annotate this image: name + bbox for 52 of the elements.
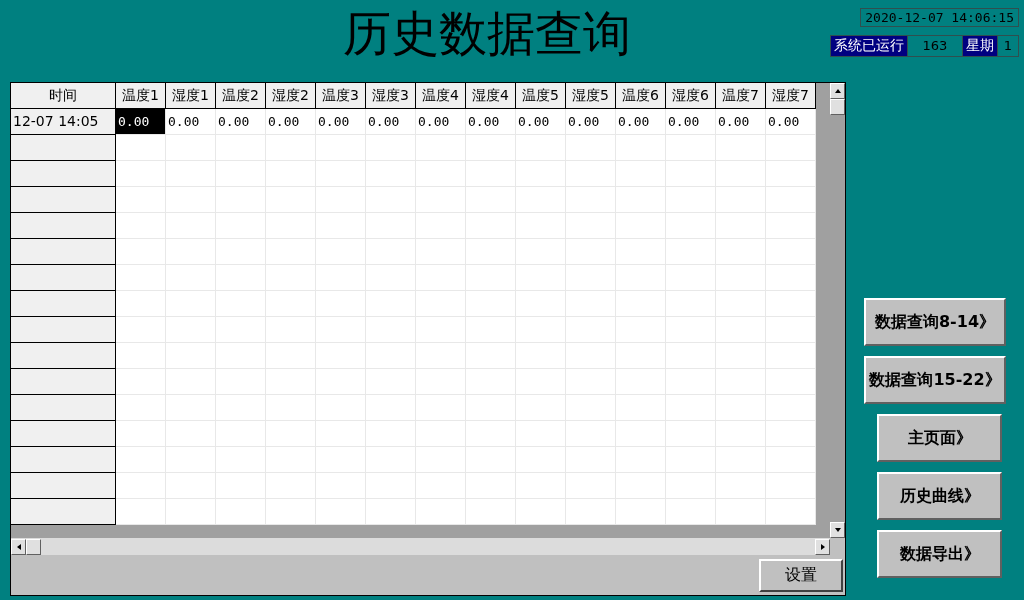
column-header: 温度2 xyxy=(216,83,266,109)
runtime-label: 系统已运行 xyxy=(831,36,908,56)
nav-button[interactable]: 数据导出》 xyxy=(877,530,1002,578)
scroll-left-button[interactable] xyxy=(11,538,26,555)
weekday-label: 星期 xyxy=(963,36,998,56)
horizontal-scrollbar[interactable] xyxy=(11,538,830,555)
table-cell[interactable]: 0.00 xyxy=(716,109,766,135)
column-header: 湿度5 xyxy=(566,83,616,109)
down-arrow-icon xyxy=(833,526,842,534)
nav-button[interactable]: 数据查询8-14》 xyxy=(864,298,1006,346)
column-header: 温度1 xyxy=(116,83,166,109)
scroll-up-button[interactable] xyxy=(830,83,845,99)
scroll-thumb[interactable] xyxy=(26,538,41,555)
column-header: 湿度1 xyxy=(166,83,216,109)
table-cell[interactable]: 0.00 xyxy=(466,109,516,135)
table-cell[interactable]: 0.00 xyxy=(766,109,816,135)
column-header: 温度3 xyxy=(316,83,366,109)
table-cell[interactable]: 0.00 xyxy=(166,109,216,135)
table-cell[interactable]: 0.00 xyxy=(216,109,266,135)
clock-display: 2020-12-07 14:06:15 xyxy=(860,8,1019,27)
column-header: 湿度7 xyxy=(766,83,816,109)
scroll-down-button[interactable] xyxy=(830,522,845,538)
vertical-scrollbar[interactable] xyxy=(830,83,845,538)
column-header: 湿度6 xyxy=(666,83,716,109)
nav-button[interactable]: 主页面》 xyxy=(877,414,1002,462)
table-cell[interactable]: 0.00 xyxy=(266,109,316,135)
column-header: 湿度4 xyxy=(466,83,516,109)
time-cell: 12-07 14:05 xyxy=(11,109,116,135)
column-header: 湿度2 xyxy=(266,83,316,109)
column-header: 温度5 xyxy=(516,83,566,109)
column-header: 温度6 xyxy=(616,83,666,109)
settings-button[interactable]: 设置 xyxy=(759,558,843,592)
table-cell[interactable]: 0.00 xyxy=(566,109,616,135)
column-header: 温度4 xyxy=(416,83,466,109)
column-header: 温度7 xyxy=(716,83,766,109)
page-title: 历史数据查询 xyxy=(343,4,631,62)
nav-button[interactable]: 历史曲线》 xyxy=(877,472,1002,520)
table-cell[interactable]: 0.00 xyxy=(516,109,566,135)
column-header: 湿度3 xyxy=(366,83,416,109)
scroll-thumb[interactable] xyxy=(830,99,845,115)
table-cell[interactable]: 0.00 xyxy=(616,109,666,135)
table-cell[interactable]: 0.00 xyxy=(116,109,166,135)
right-arrow-icon xyxy=(818,542,827,551)
table-cell[interactable]: 0.00 xyxy=(666,109,716,135)
up-arrow-icon xyxy=(833,87,842,95)
column-header: 时间 xyxy=(11,83,116,109)
table-cell[interactable]: 0.00 xyxy=(316,109,366,135)
nav-button[interactable]: 数据查询15-22》 xyxy=(864,356,1006,404)
scroll-right-button[interactable] xyxy=(815,538,830,555)
weekday-value: 1 xyxy=(1002,37,1014,55)
table-cell[interactable]: 0.00 xyxy=(416,109,466,135)
table-cell[interactable]: 0.00 xyxy=(366,109,416,135)
